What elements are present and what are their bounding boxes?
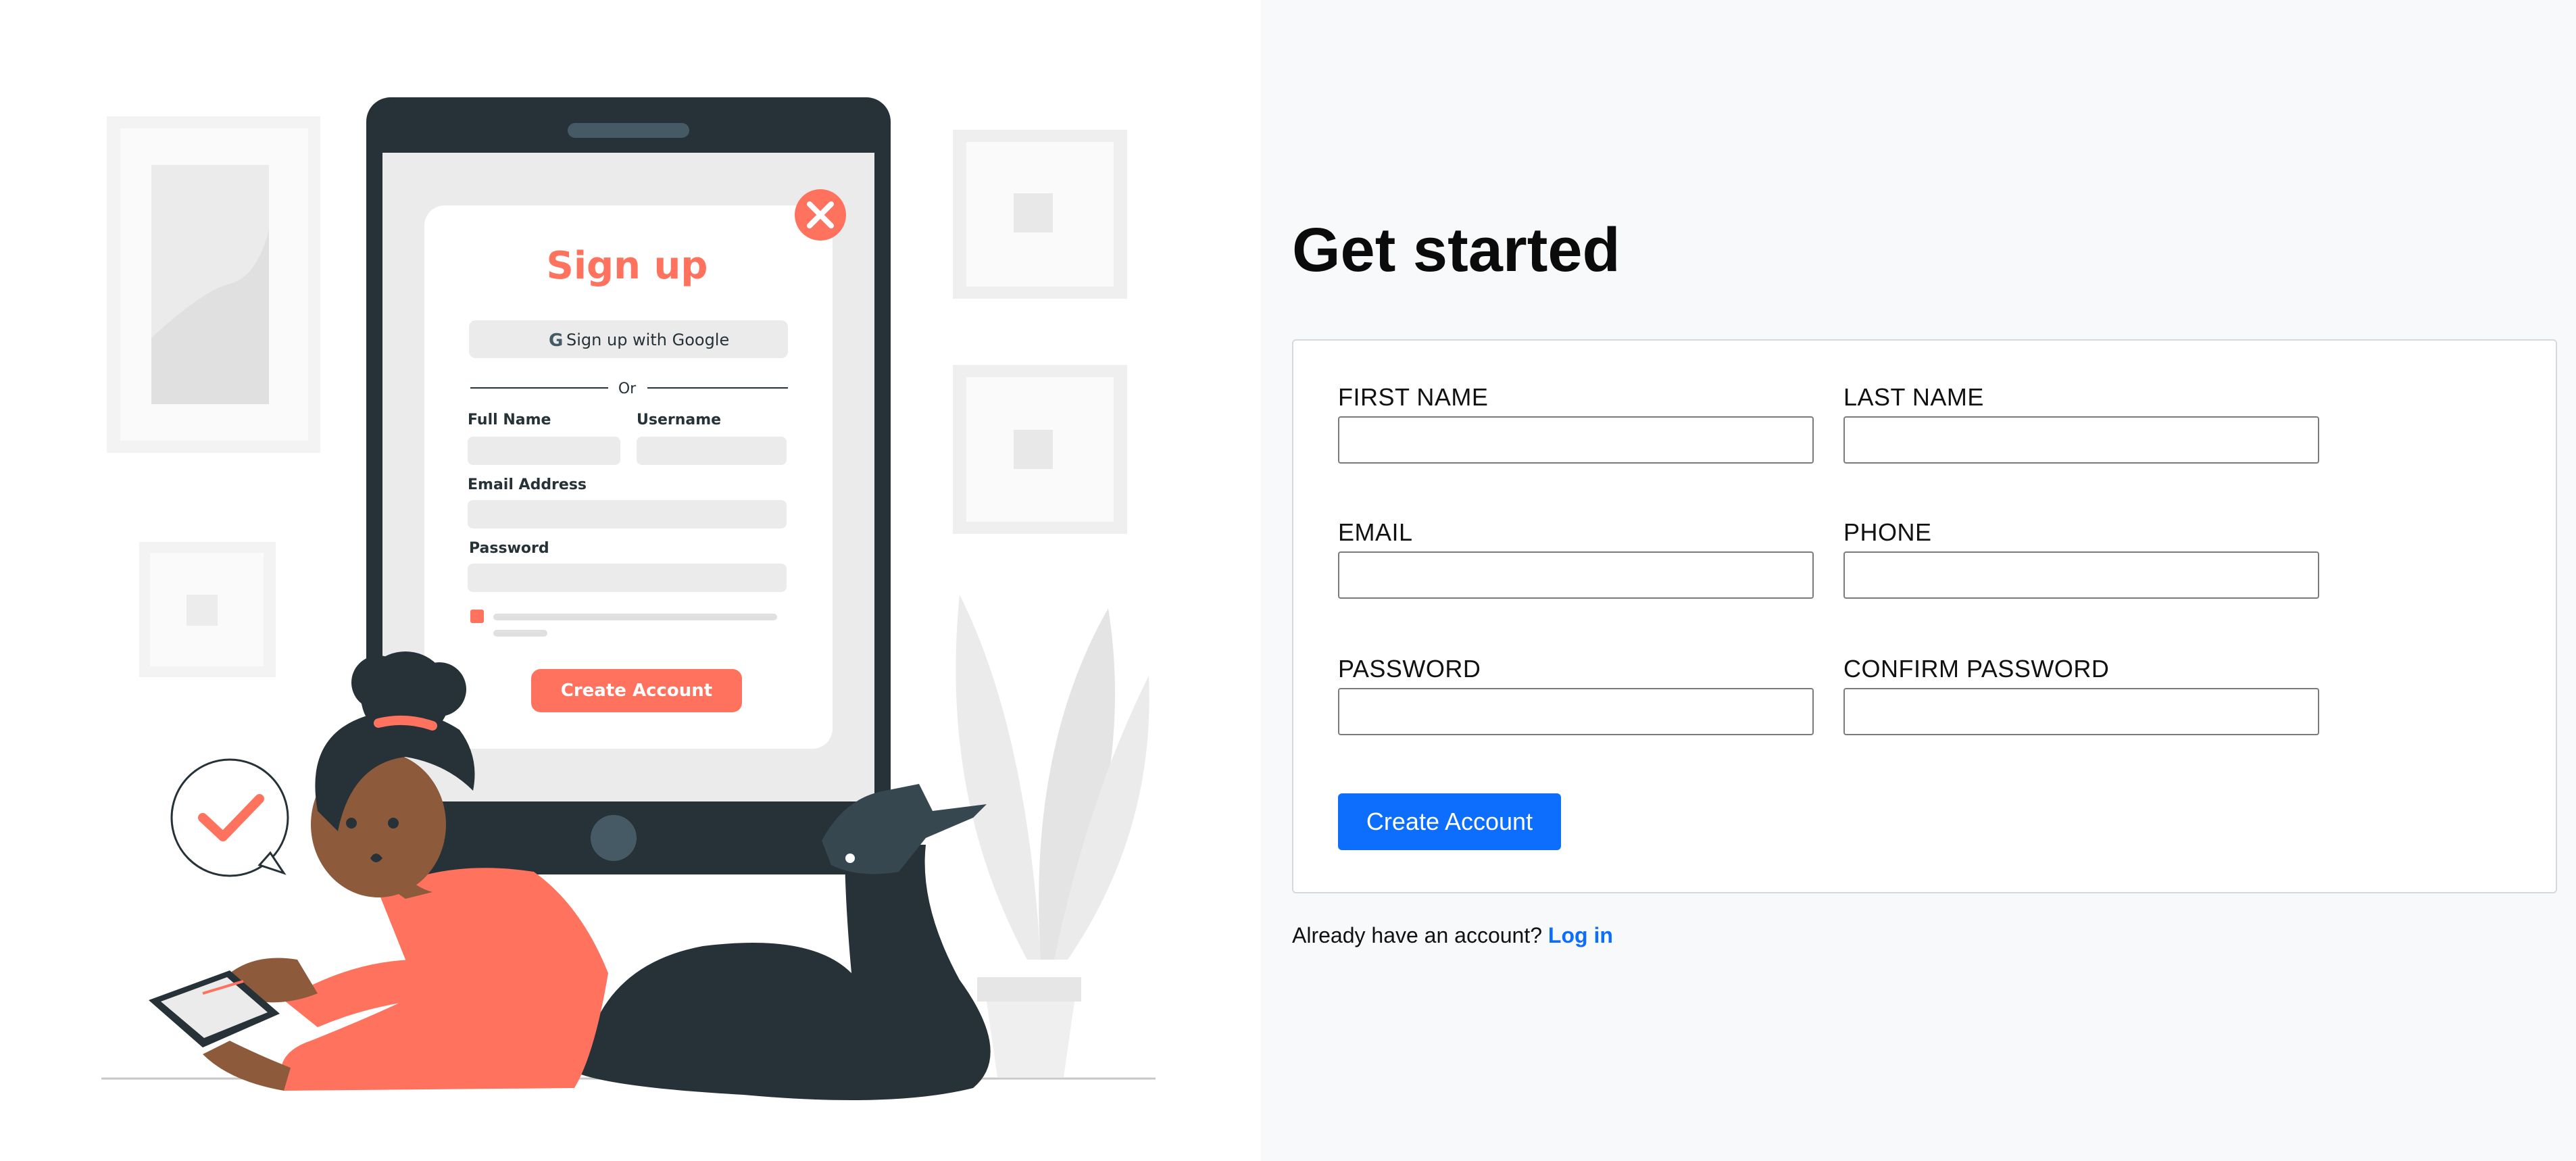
login-link[interactable]: Log in xyxy=(1548,923,1613,947)
tablet-heading: Sign up xyxy=(547,244,708,288)
confirm-password-label: CONFIRM PASSWORD xyxy=(1843,655,2110,683)
first-name-input[interactable] xyxy=(1338,416,1814,464)
first-name-field-group: FIRST NAME xyxy=(1338,384,1814,464)
password-field-group: PASSWORD xyxy=(1338,656,1814,735)
page-title: Get started xyxy=(1292,216,1620,285)
phone-label: PHONE xyxy=(1843,518,1932,546)
registration-panel: Get started FIRST NAME LAST NAME EMAIL P… xyxy=(1261,0,2576,1161)
email-field-group: EMAIL xyxy=(1338,519,1814,599)
last-name-label: LAST NAME xyxy=(1843,383,1984,411)
google-g-icon: G xyxy=(549,330,563,351)
email-input[interactable] xyxy=(1338,551,1814,599)
login-prompt: Already have an account? Log in xyxy=(1292,923,1613,948)
create-account-button[interactable]: Create Account xyxy=(1338,793,1561,850)
password-label: PASSWORD xyxy=(1338,655,1481,683)
wall-frame-mid-right xyxy=(953,365,1127,534)
confirm-password-field-group: CONFIRM PASSWORD xyxy=(1843,656,2319,735)
phone-input[interactable] xyxy=(1843,551,2319,599)
plant xyxy=(956,595,1149,1077)
phone-field-group: PHONE xyxy=(1843,519,2319,599)
illustration-svg: Sign up G Sign up with Google Or Full Na… xyxy=(101,97,1156,1100)
check-bubble-icon xyxy=(170,758,289,877)
tablet-divider: Or xyxy=(618,380,637,397)
tablet-label-password: Password xyxy=(469,540,549,557)
signup-form: FIRST NAME LAST NAME EMAIL PHONE PASSWOR… xyxy=(1292,339,2557,893)
password-input[interactable] xyxy=(1338,688,1814,735)
email-label: EMAIL xyxy=(1338,518,1413,546)
tablet-label-email: Email Address xyxy=(468,476,587,493)
wall-frame-top-right xyxy=(953,130,1127,299)
tablet-google-button-label: Sign up with Google xyxy=(566,330,729,349)
last-name-field-group: LAST NAME xyxy=(1843,384,2319,464)
wall-frame-large xyxy=(107,116,320,453)
login-prompt-text: Already have an account? xyxy=(1292,923,1543,947)
signup-illustration: Sign up G Sign up with Google Or Full Na… xyxy=(0,0,1261,1161)
last-name-input[interactable] xyxy=(1843,416,2319,464)
tablet-label-full-name: Full Name xyxy=(468,412,551,428)
confirm-password-input[interactable] xyxy=(1843,688,2319,735)
wall-frame-small xyxy=(139,542,276,677)
tablet-create-button-label: Create Account xyxy=(561,681,712,701)
first-name-label: FIRST NAME xyxy=(1338,383,1489,411)
tablet-label-username: Username xyxy=(637,412,721,428)
